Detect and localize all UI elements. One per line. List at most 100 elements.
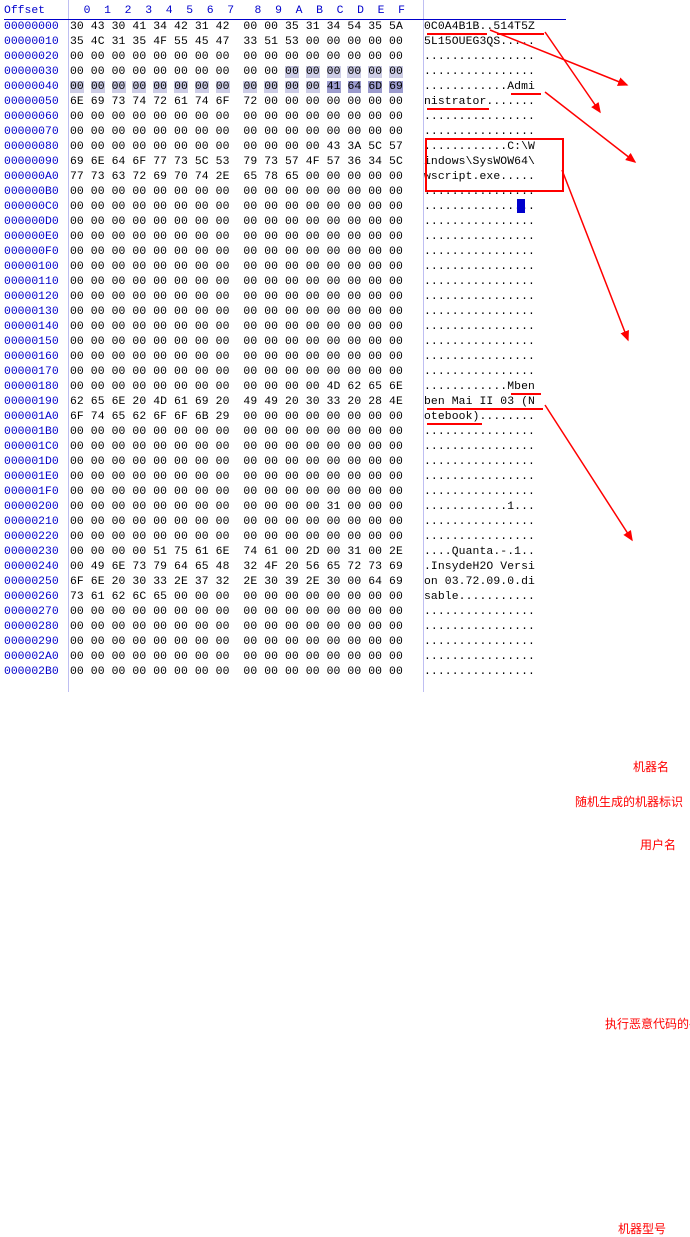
ascii-cell[interactable]: ............Admi [424, 80, 566, 95]
hex-cell[interactable]: 6E 69 73 74 72 61 74 6F 72 00 00 00 00 0… [70, 95, 424, 110]
ascii-cell[interactable]: ................ [424, 635, 566, 650]
underline-user-nistrator [427, 95, 489, 110]
hex-cell[interactable]: 00 00 00 00 00 00 00 00 00 00 00 00 00 0… [70, 425, 424, 440]
ascii-cell[interactable]: ................ [424, 455, 566, 470]
hex-cell[interactable]: 00 00 00 00 00 00 00 00 00 00 00 00 00 0… [70, 605, 424, 620]
hex-cell[interactable]: 00 00 00 00 00 00 00 00 00 00 00 00 00 0… [70, 335, 424, 350]
ascii-cell[interactable]: ................ [424, 365, 566, 380]
hex-cell[interactable]: 35 4C 31 35 4F 55 45 47 33 51 53 00 00 0… [70, 35, 424, 50]
offset-cell: 00000040 [4, 80, 70, 95]
hex-cell[interactable]: 00 00 00 00 00 00 00 00 00 00 00 00 00 0… [70, 185, 424, 200]
hex-cell[interactable]: 69 6E 64 6F 77 73 5C 53 79 73 57 4F 57 3… [70, 155, 424, 170]
ascii-cell[interactable]: on 03.72.09.0.di [424, 575, 566, 590]
ascii-cell[interactable]: ................ [424, 215, 566, 230]
ascii-cell[interactable]: sable........... [424, 590, 566, 605]
label-machine-id: 随机生成的机器标识 [575, 793, 683, 810]
hex-cell[interactable]: 00 00 00 00 00 00 00 00 00 00 00 00 00 0… [70, 650, 424, 665]
hex-cell[interactable]: 00 00 00 00 00 00 00 00 00 00 00 00 00 0… [70, 350, 424, 365]
ascii-cell[interactable]: ............1... [424, 500, 566, 515]
hex-cell[interactable]: 73 61 62 6C 65 00 00 00 00 00 00 00 00 0… [70, 590, 424, 605]
highlight-path-box [425, 138, 564, 192]
ascii-cell[interactable]: ................ [424, 530, 566, 545]
hex-cell[interactable]: 00 00 00 00 00 00 00 00 00 00 00 00 00 0… [70, 455, 424, 470]
ascii-cell[interactable]: ................ [424, 650, 566, 665]
underline-user-admin [511, 80, 541, 95]
label-host-path: 执行恶意代码的宿主路径 [605, 1015, 685, 1032]
hex-cell[interactable]: 00 00 00 00 00 00 00 00 00 00 00 00 00 0… [70, 305, 424, 320]
ascii-cell[interactable]: ................ [424, 665, 566, 680]
hex-cell[interactable]: 00 00 00 00 00 00 00 00 00 00 00 00 00 0… [70, 110, 424, 125]
ascii-cell[interactable]: ................ [424, 515, 566, 530]
ascii-cell[interactable]: ................ [424, 50, 566, 65]
hex-cell[interactable]: 00 00 00 00 00 00 00 00 00 00 00 00 00 0… [70, 275, 424, 290]
hex-cell[interactable]: 6F 74 65 62 6F 6F 6B 29 00 00 00 00 00 0… [70, 410, 424, 425]
hex-cell[interactable]: 00 00 00 00 00 00 00 00 00 00 00 00 00 0… [70, 245, 424, 260]
hex-cell[interactable]: 00 00 00 00 00 00 00 00 00 00 00 00 41 6… [70, 80, 424, 95]
ascii-cell[interactable]: ................ [424, 485, 566, 500]
ascii-cell[interactable]: ................ [424, 425, 566, 440]
offset-cell: 000000E0 [4, 230, 70, 245]
ascii-cell[interactable]: ................ [424, 305, 566, 320]
ascii-cell[interactable]: ................ [424, 320, 566, 335]
ascii-cell[interactable]: ................ [424, 350, 566, 365]
ascii-cell[interactable]: ................ [424, 605, 566, 620]
hex-cell[interactable]: 00 00 00 00 00 00 00 00 00 00 00 00 00 0… [70, 230, 424, 245]
hex-cell[interactable]: 00 00 00 00 00 00 00 00 00 00 00 00 00 0… [70, 200, 424, 215]
hex-cell[interactable]: 00 00 00 00 00 00 00 00 00 00 00 00 00 0… [70, 125, 424, 140]
hex-cell[interactable]: 00 00 00 00 00 00 00 00 00 00 00 00 00 0… [70, 290, 424, 305]
ascii-cell[interactable]: 5L15OUEG3QS..... [424, 35, 566, 50]
hex-cell[interactable]: 00 00 00 00 00 00 00 00 00 00 00 00 00 0… [70, 260, 424, 275]
offset-cell: 000001E0 [4, 470, 70, 485]
hex-cell[interactable]: 00 49 6E 73 79 64 65 48 32 4F 20 56 65 7… [70, 560, 424, 575]
hex-cell[interactable]: 6F 6E 20 30 33 2E 37 32 2E 30 39 2E 30 0… [70, 575, 424, 590]
offset-cell: 000000A0 [4, 170, 70, 185]
hex-cell[interactable]: 00 00 00 00 00 00 00 00 00 00 00 00 00 0… [70, 50, 424, 65]
hex-cell[interactable]: 00 00 00 00 00 00 00 00 00 00 00 00 00 0… [70, 530, 424, 545]
ascii-cell[interactable]: ................ [424, 470, 566, 485]
hex-cell[interactable]: 00 00 00 00 00 00 00 00 00 00 00 00 00 0… [70, 515, 424, 530]
ascii-cell[interactable]: ................ [424, 440, 566, 455]
ascii-cell[interactable]: ................ [424, 335, 566, 350]
ascii-cell[interactable]: ................ [424, 110, 566, 125]
hex-cell[interactable]: 00 00 00 00 51 75 61 6E 74 61 00 2D 00 3… [70, 545, 424, 560]
hex-cell[interactable]: 00 00 00 00 00 00 00 00 00 00 00 00 00 0… [70, 215, 424, 230]
hex-cell[interactable]: 00 00 00 00 00 00 00 00 00 00 00 00 4D 6… [70, 380, 424, 395]
offset-cell: 00000090 [4, 155, 70, 170]
hex-header: 0 1 2 3 4 5 6 7 8 9 A B C D E F [70, 4, 424, 20]
offset-cell: 00000080 [4, 140, 70, 155]
ascii-cell[interactable]: ....Quanta.-.1.. [424, 545, 566, 560]
hex-cell[interactable]: 00 00 00 00 00 00 00 00 00 00 00 00 00 0… [70, 665, 424, 680]
hex-cell[interactable]: 00 00 00 00 00 00 00 00 00 00 00 00 00 0… [70, 470, 424, 485]
offset-cell: 000001B0 [4, 425, 70, 440]
offset-cell: 00000280 [4, 620, 70, 635]
ascii-cell[interactable]: ................ [424, 290, 566, 305]
underline-model3 [427, 410, 482, 425]
ascii-cell[interactable]: ................ [424, 65, 566, 80]
ascii-cell[interactable]: ............Mben [424, 380, 566, 395]
ascii-cell[interactable]: ................ [424, 275, 566, 290]
hex-cell[interactable]: 00 00 00 00 00 00 00 00 00 00 00 00 00 0… [70, 620, 424, 635]
hex-cell[interactable]: 77 73 63 72 69 70 74 2E 65 78 65 00 00 0… [70, 170, 424, 185]
hex-cell[interactable]: 00 00 00 00 00 00 00 00 00 00 00 00 00 0… [70, 635, 424, 650]
ascii-cell[interactable]: ................ [424, 620, 566, 635]
offset-cell: 00000160 [4, 350, 70, 365]
hex-cell[interactable]: 30 43 30 41 34 42 31 42 00 00 35 31 34 5… [70, 20, 424, 35]
hex-cell[interactable]: 00 00 00 00 00 00 00 00 00 00 00 00 31 0… [70, 500, 424, 515]
hex-cell[interactable]: 00 00 00 00 00 00 00 00 00 00 00 00 00 0… [70, 485, 424, 500]
ascii-cell[interactable]: ................ [424, 260, 566, 275]
ascii-cell[interactable]: .InsydeH2O Versi [424, 560, 566, 575]
hex-cell[interactable]: 00 00 00 00 00 00 00 00 00 00 00 00 00 0… [70, 65, 424, 80]
hex-cell[interactable]: 00 00 00 00 00 00 00 00 00 00 00 00 00 0… [70, 320, 424, 335]
underline-machine-id [497, 20, 544, 35]
offset-cell: 000001D0 [4, 455, 70, 470]
hex-cell[interactable]: 62 65 6E 20 4D 61 69 20 49 49 20 30 33 2… [70, 395, 424, 410]
hex-cell[interactable]: 00 00 00 00 00 00 00 00 00 00 00 00 43 3… [70, 140, 424, 155]
offset-cell: 00000180 [4, 380, 70, 395]
hex-cell[interactable]: 00 00 00 00 00 00 00 00 00 00 00 00 00 0… [70, 365, 424, 380]
ascii-cell[interactable]: ................ [424, 230, 566, 245]
offset-cell: 00000050 [4, 95, 70, 110]
hex-cell[interactable]: 00 00 00 00 00 00 00 00 00 00 00 00 00 0… [70, 440, 424, 455]
ascii-cell[interactable]: ................ [424, 245, 566, 260]
hex-viewer[interactable]: Offset 000000000000001000000020000000300… [0, 0, 690, 680]
ascii-cell[interactable]: ................ [424, 200, 566, 215]
